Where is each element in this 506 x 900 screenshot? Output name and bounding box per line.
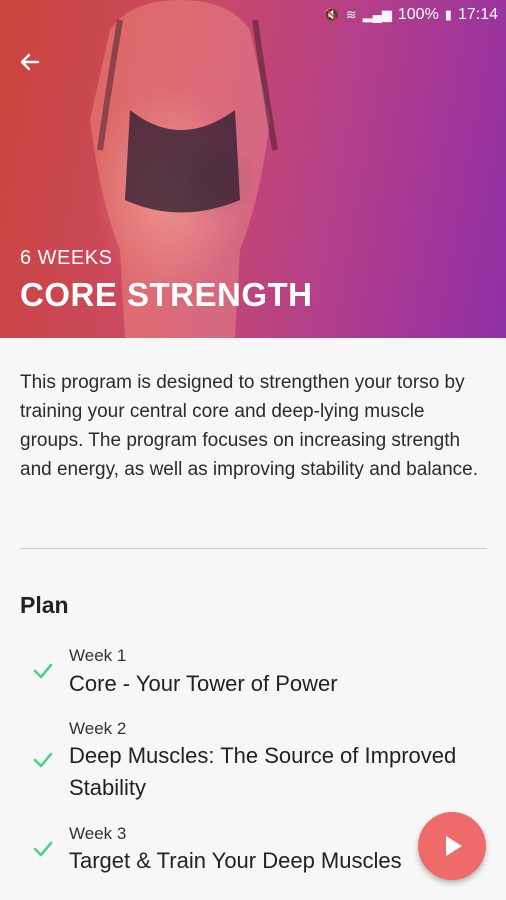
week-title: Core - Your Tower of Power	[69, 671, 338, 696]
program-description: This program is designed to strengthen y…	[20, 372, 479, 480]
week-title: Deep Muscles: The Source of Improved Sta…	[69, 743, 457, 800]
wifi-icon: ≋	[345, 7, 357, 22]
back-arrow-icon	[20, 53, 40, 71]
check-icon	[33, 663, 53, 679]
check-icon	[33, 752, 53, 768]
signal-icon: ▂▄▆	[362, 7, 392, 22]
mute-icon: 🔇	[323, 7, 340, 22]
clock: 17:14	[457, 6, 498, 23]
week-label: Week 1	[69, 646, 127, 665]
back-button[interactable]	[16, 48, 44, 76]
hero-banner: 🔇 ≋ ▂▄▆ 100% ▮ 17:14 6 WEEKS CORE STRENG…	[0, 0, 506, 338]
battery-level: 100%	[397, 6, 439, 23]
program-title: CORE STRENGTH	[20, 276, 313, 313]
plan-heading: Plan	[20, 592, 69, 618]
status-bar: 🔇 ≋ ▂▄▆ 100% ▮ 17:14	[0, 0, 506, 30]
battery-icon: ▮	[444, 7, 452, 22]
start-program-button[interactable]	[418, 812, 486, 880]
week-label: Week 2	[69, 719, 127, 738]
play-icon	[446, 836, 462, 856]
check-icon	[33, 841, 53, 857]
divider	[20, 548, 487, 549]
program-duration: 6 WEEKS	[20, 247, 113, 269]
week-label: Week 3	[69, 824, 127, 843]
